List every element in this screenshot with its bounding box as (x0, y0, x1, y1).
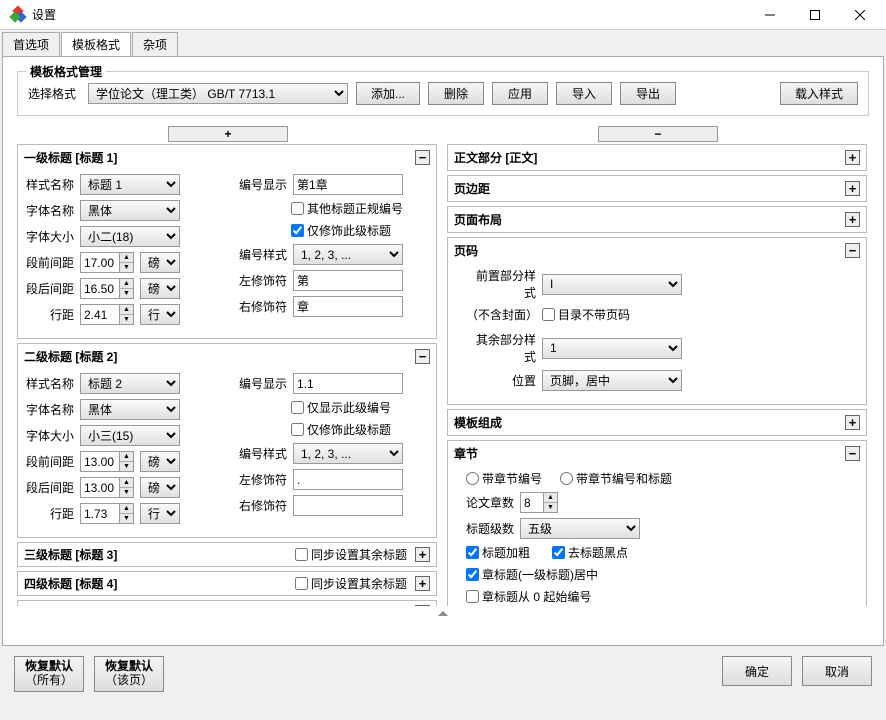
margins-title: 页边距 (454, 180, 845, 197)
front-style-select[interactable]: I (542, 274, 682, 295)
bottom-divider-toggle[interactable] (17, 608, 869, 616)
compose-title: 模板组成 (454, 414, 845, 431)
h2-right-dec[interactable] (293, 495, 403, 516)
apply-button[interactable]: 应用 (492, 82, 548, 105)
minimize-button[interactable] (747, 1, 792, 29)
chapter-center[interactable]: 章标题(一级标题)居中 (466, 566, 598, 583)
h3-expand[interactable]: + (415, 547, 430, 562)
h2-left-dec[interactable] (293, 469, 403, 490)
tabs: 首选项 模板格式 杂项 (0, 30, 886, 56)
delete-button[interactable]: 删除 (428, 82, 484, 105)
h3-sync[interactable]: 同步设置其余标题 (295, 546, 407, 563)
chapter-collapse[interactable]: − (845, 446, 860, 461)
right-scroll[interactable]: 正文部分 [正文]+ 页边距+ 页面布局+ 页码− 前置部分样式I （不含封面）… (447, 144, 869, 606)
layout-title: 页面布局 (454, 211, 845, 228)
h2-collapse[interactable]: − (415, 349, 430, 364)
format-select[interactable]: 学位论文（理工类） GB/T 7713.1 (88, 83, 348, 104)
h2-only-decorate[interactable]: 仅修饰此级标题 (291, 421, 391, 438)
close-button[interactable] (837, 1, 882, 29)
h1-title: 一级标题 [标题 1] (24, 149, 415, 166)
h2-font-size[interactable]: 小三(15) (80, 425, 180, 446)
h2-space-before[interactable]: ▲▼ (80, 451, 134, 472)
import-button[interactable]: 导入 (556, 82, 612, 105)
h1-other-num[interactable]: 其他标题正规编号 (291, 200, 403, 217)
group-h1: 一级标题 [标题 1]− 样式名称标题 1 字体名称黑体 字体大小小二(18) … (17, 144, 437, 339)
add-button[interactable]: 添加... (356, 82, 420, 105)
h1-line[interactable]: ▲▼ (80, 304, 134, 325)
h2-space-after[interactable]: ▲▼ (80, 477, 134, 498)
window-title: 设置 (32, 6, 747, 23)
h2-line[interactable]: ▲▼ (80, 503, 134, 524)
pagenum-collapse[interactable]: − (845, 243, 860, 258)
group-h2: 二级标题 [标题 2]− 样式名称标题 2 字体名称黑体 字体大小小三(15) … (17, 343, 437, 538)
group-h4: 四级标题 [标题 4]同步设置其余标题+ (17, 571, 437, 596)
h1-space-after[interactable]: ▲▼ (80, 278, 134, 299)
reset-all-button[interactable]: 恢复默认（所有） (14, 656, 84, 692)
h1-left-dec[interactable] (293, 270, 403, 291)
body-expand[interactable]: + (845, 150, 860, 165)
h2-num-style[interactable]: 1, 2, 3, ... (293, 443, 403, 464)
h1-sa-unit[interactable]: 磅 (140, 278, 180, 299)
group-h3: 三级标题 [标题 3]同步设置其余标题+ (17, 542, 437, 567)
chapter-r2[interactable]: 带章节编号和标题 (560, 470, 672, 487)
h1-space-before[interactable]: ▲▼ (80, 252, 134, 273)
left-scroll[interactable]: 一级标题 [标题 1]− 样式名称标题 1 字体名称黑体 字体大小小二(18) … (17, 144, 439, 606)
layout-expand[interactable]: + (845, 212, 860, 227)
tab-misc[interactable]: 杂项 (132, 32, 178, 56)
toc-no-pagenum[interactable]: 目录不带页码 (542, 306, 630, 323)
body-title: 正文部分 [正文] (454, 149, 845, 166)
h1-collapse[interactable]: − (415, 150, 430, 165)
h1-right-dec[interactable] (293, 296, 403, 317)
h2-font-name[interactable]: 黑体 (80, 399, 180, 420)
pagenum-pos-select[interactable]: 页脚，居中 (542, 370, 682, 391)
select-format-label: 选择格式 (28, 85, 76, 102)
export-button[interactable]: 导出 (620, 82, 676, 105)
h4-expand[interactable]: + (415, 576, 430, 591)
h1-style-name[interactable]: 标题 1 (80, 174, 180, 195)
left-expand-all[interactable]: + (168, 126, 288, 142)
h1-num-show[interactable] (293, 174, 403, 195)
reset-page-button[interactable]: 恢复默认（该页） (94, 656, 164, 692)
h2-style-name[interactable]: 标题 2 (80, 373, 180, 394)
h1-only-decorate[interactable]: 仅修饰此级标题 (291, 222, 391, 239)
cancel-button[interactable]: 取消 (802, 656, 872, 686)
tab-preferences[interactable]: 首选项 (2, 32, 60, 56)
h1-num-style[interactable]: 1, 2, 3, ... (293, 244, 403, 265)
h1-font-size[interactable]: 小二(18) (80, 226, 180, 247)
compose-expand[interactable]: + (845, 415, 860, 430)
h2-title: 二级标题 [标题 2] (24, 348, 415, 365)
chapter-from0[interactable]: 章标题从 0 起始编号 (466, 588, 591, 605)
group-h5: 五级标题 [标题 5]同步设置其余标题+ (17, 600, 437, 606)
app-icon (10, 7, 26, 23)
heading-levels-select[interactable]: 五级 (520, 518, 640, 539)
h1-sb-unit[interactable]: 磅 (140, 252, 180, 273)
h2-num-show[interactable] (293, 373, 403, 394)
group-chapter: 章节− 带章节编号 带章节编号和标题 论文章数▲▼ 标题级数五级 标题加粗 去标… (447, 440, 867, 606)
h4-sync[interactable]: 同步设置其余标题 (295, 575, 407, 592)
mgmt-title: 模板格式管理 (26, 63, 106, 80)
chapter-r1[interactable]: 带章节编号 (466, 470, 542, 487)
titlebar: 设置 (0, 0, 886, 30)
h5-expand[interactable]: + (415, 605, 430, 606)
load-style-button[interactable]: 载入样式 (780, 82, 858, 105)
title-bold[interactable]: 标题加粗 (466, 544, 530, 561)
h1-font-name[interactable]: 黑体 (80, 200, 180, 221)
margins-expand[interactable]: + (845, 181, 860, 196)
chapter-count[interactable]: ▲▼ (520, 492, 558, 513)
rest-style-select[interactable]: 1 (542, 338, 682, 359)
right-collapse-all[interactable]: − (598, 126, 718, 142)
maximize-button[interactable] (792, 1, 837, 29)
tab-template-format[interactable]: 模板格式 (61, 32, 131, 56)
format-management-group: 模板格式管理 选择格式 学位论文（理工类） GB/T 7713.1 添加... … (17, 71, 869, 116)
footer: 恢复默认（所有） 恢复默认（该页） 确定 取消 (0, 648, 886, 700)
ok-button[interactable]: 确定 (722, 656, 792, 686)
h5-sync[interactable]: 同步设置其余标题 (295, 604, 407, 606)
remove-bullet[interactable]: 去标题黑点 (552, 544, 628, 561)
h1-line-unit[interactable]: 行 (140, 304, 180, 325)
group-pagenum: 页码− 前置部分样式I （不含封面）目录不带页码 其余部分样式1 位置页脚，居中 (447, 237, 867, 405)
h2-only-show-num[interactable]: 仅显示此级编号 (291, 399, 391, 416)
